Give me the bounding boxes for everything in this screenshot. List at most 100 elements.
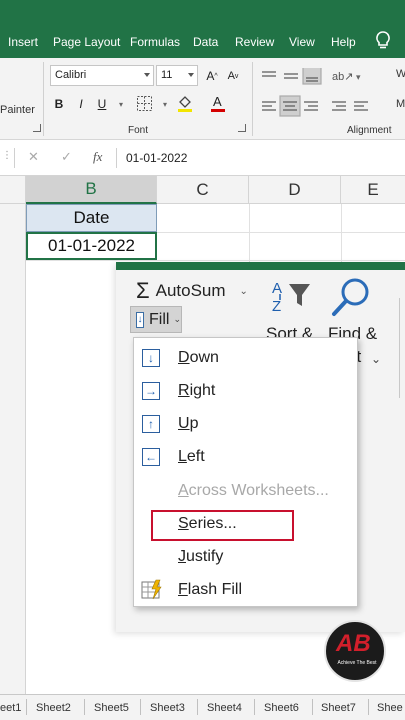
merge-center-label[interactable]: M <box>396 98 405 110</box>
fill-color-icon[interactable] <box>176 93 194 113</box>
sheet-tab-bar: eet1 Sheet2 Sheet5 Sheet3 Sheet4 Sheet6 … <box>0 694 405 720</box>
svg-text:Z: Z <box>272 298 281 315</box>
select-all-corner[interactable] <box>0 176 26 204</box>
borders-icon[interactable] <box>136 95 153 112</box>
italic-button[interactable]: I <box>72 95 90 113</box>
sheet-tab[interactable]: Sheet2 <box>36 702 71 714</box>
label-rest: ight <box>189 382 216 399</box>
menu-item-label: Flash Fill <box>178 581 242 599</box>
underline-button[interactable]: U <box>93 95 111 113</box>
group-divider <box>252 62 253 136</box>
fill-label: Fill <box>149 310 170 328</box>
chevron-down-icon[interactable]: ▾ <box>156 95 174 113</box>
menu-item-left[interactable]: ← Left <box>134 440 357 473</box>
dialog-launcher-icon[interactable] <box>238 124 246 132</box>
overlay-accent-bar <box>116 262 405 270</box>
font-name-value: Calibri <box>55 69 87 81</box>
divider <box>368 699 369 715</box>
dialog-launcher-icon[interactable] <box>33 124 41 132</box>
sheet-tab[interactable]: Sheet7 <box>321 702 356 714</box>
find-select-icon[interactable] <box>329 276 373 322</box>
group-divider <box>399 298 400 398</box>
lightbulb-icon[interactable] <box>374 30 392 50</box>
tab-page-layout[interactable]: Page Layout <box>53 35 120 49</box>
menu-item-flash-fill[interactable]: Flash Fill <box>134 573 357 606</box>
tab-insert[interactable]: Insert <box>8 35 38 49</box>
menu-item-justify[interactable]: Justify <box>134 540 357 573</box>
tab-review[interactable]: Review <box>235 35 274 49</box>
column-header-c[interactable]: C <box>157 176 249 204</box>
menu-item-label: Down <box>178 349 219 367</box>
menu-item-label: Across Worksheets... <box>178 482 329 500</box>
autosum-button[interactable]: Σ AutoSum ⌄ <box>136 278 248 304</box>
cell-b1[interactable]: Date <box>26 204 157 232</box>
enter-icon[interactable]: ✓ <box>61 149 72 165</box>
chevron-down-icon[interactable]: ▾ <box>112 95 130 113</box>
font-size-select[interactable]: 11 <box>156 65 198 86</box>
menu-item-down[interactable]: ↓ Down <box>134 341 357 374</box>
chevron-down-icon: ⌄ <box>239 285 248 297</box>
sheet-tab[interactable]: Sheet6 <box>264 702 299 714</box>
chevron-down-icon: ⌄ <box>173 314 181 324</box>
font-color-icon[interactable]: A <box>210 93 226 113</box>
tab-help[interactable]: Help <box>331 35 356 49</box>
divider <box>14 148 15 168</box>
shrink-font-button[interactable]: Av <box>224 67 242 85</box>
column-header-d[interactable]: D <box>249 176 341 204</box>
cancel-icon[interactable]: ✕ <box>28 149 39 165</box>
accelerator-key: U <box>178 415 190 432</box>
sheet-tab[interactable]: Shee <box>377 702 403 714</box>
alignment-buttons[interactable]: ab↗ ▾ <box>260 68 400 124</box>
label-rest: lash Fill <box>187 581 243 598</box>
accelerator-key: J <box>178 548 186 565</box>
bold-button[interactable]: B <box>50 95 68 113</box>
label-rest: eries... <box>188 515 237 532</box>
svg-text:ab↗: ab↗ <box>332 71 353 83</box>
menu-item-up[interactable]: ↑ Up <box>134 407 357 440</box>
chevron-down-icon[interactable]: ⌄ <box>371 352 381 366</box>
fill-up-icon: ↑ <box>142 415 160 433</box>
column-header-e[interactable]: E <box>341 176 405 204</box>
fill-button[interactable]: ↓ Fill ⌄ <box>130 306 182 333</box>
ribbon-home: Painter Calibri 11 A ^ Av B I U ▾ ▾ A Fon… <box>0 58 405 140</box>
grow-font-button[interactable]: A ^ <box>203 67 221 85</box>
gridline <box>249 204 250 266</box>
drag-handle-icon[interactable]: ⋮ <box>2 150 12 161</box>
divider <box>140 699 141 715</box>
flash-fill-icon <box>141 579 162 600</box>
divider <box>197 699 198 715</box>
cell-b2-active[interactable]: 01-01-2022 <box>26 232 157 260</box>
tab-view[interactable]: View <box>289 35 315 49</box>
insert-function-icon[interactable]: fx <box>93 149 102 165</box>
label-rest: ustify <box>186 548 224 565</box>
sheet-tab[interactable]: Sheet4 <box>207 702 242 714</box>
channel-logo: AB Achieve The Best <box>324 620 386 682</box>
sheet-tab[interactable]: eet1 <box>0 702 21 714</box>
divider <box>312 699 313 715</box>
label-rest: cross Worksheets... <box>188 482 329 499</box>
sort-filter-icon[interactable]: A Z <box>272 278 316 318</box>
fill-right-icon: → <box>142 382 160 400</box>
format-painter-label[interactable]: Painter <box>0 104 35 116</box>
sheet-tab[interactable]: Sheet3 <box>150 702 185 714</box>
tab-data[interactable]: Data <box>193 35 218 49</box>
fill-down-icon: ↓ <box>136 311 145 328</box>
group-divider <box>43 62 44 136</box>
formula-input[interactable]: 01-01-2022 <box>126 151 187 165</box>
accelerator-key: R <box>178 382 190 399</box>
chevron-down-icon <box>188 73 194 77</box>
fill-left-icon: ← <box>142 448 160 466</box>
column-header-b[interactable]: B <box>26 176 157 204</box>
accelerator-key: A <box>178 482 189 499</box>
menu-item-right[interactable]: → Right <box>134 374 357 407</box>
menu-item-label: Justify <box>178 548 223 566</box>
sheet-tab[interactable]: Sheet5 <box>94 702 129 714</box>
wrap-text-label[interactable]: W <box>396 68 405 80</box>
divider <box>116 148 117 168</box>
menu-item-series[interactable]: Series... <box>134 507 357 540</box>
autosum-label: AutoSum <box>155 281 226 300</box>
tab-formulas[interactable]: Formulas <box>130 35 180 49</box>
font-name-select[interactable]: Calibri <box>50 65 154 86</box>
row-header-gutter[interactable] <box>0 204 26 694</box>
svg-text:▾: ▾ <box>356 72 361 82</box>
